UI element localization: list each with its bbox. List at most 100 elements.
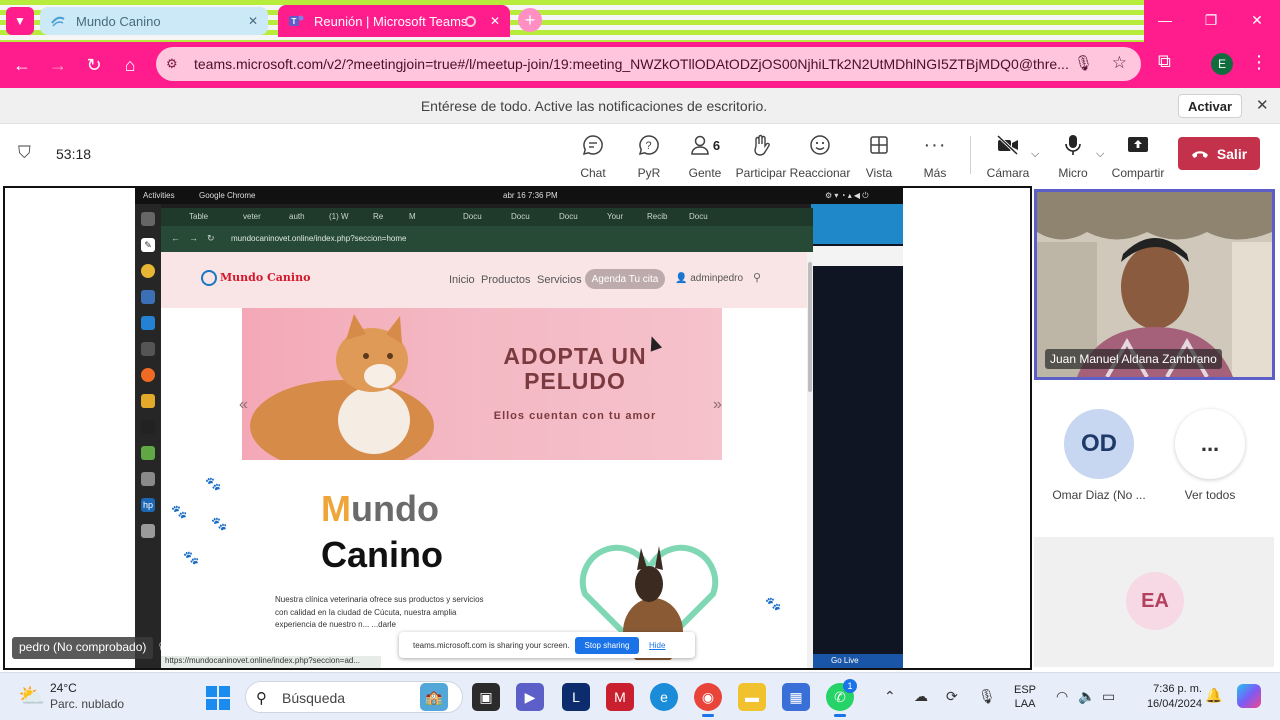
- firefox-dock-icon[interactable]: [141, 368, 155, 382]
- site-username: adminpedro: [690, 273, 744, 284]
- app-l-taskbar-icon[interactable]: L: [562, 683, 590, 711]
- forward-icon[interactable]: →: [44, 51, 72, 79]
- teams-taskbar-icon[interactable]: ▶: [516, 683, 544, 711]
- url-text[interactable]: teams.microsoft.com/v2/?meetingjoin=true…: [194, 56, 1074, 72]
- close-tab-icon[interactable]: ✕: [248, 14, 258, 28]
- share-button[interactable]: Compartir: [1112, 132, 1164, 180]
- dock-app-icon[interactable]: [141, 212, 155, 226]
- inner-forward-icon: →: [189, 233, 198, 243]
- terminal-dock-icon[interactable]: [141, 342, 155, 356]
- view-all-participants-button[interactable]: ...: [1175, 409, 1245, 479]
- minimize-icon[interactable]: —: [1142, 0, 1188, 40]
- chat-button[interactable]: Chat: [578, 132, 608, 180]
- hp-dock-icon[interactable]: hp: [141, 498, 155, 512]
- react-label: Reaccionar: [789, 166, 851, 180]
- language-indicator[interactable]: ESP LAA: [1014, 683, 1036, 711]
- windows-start-icon[interactable]: [206, 686, 230, 710]
- go-live-status[interactable]: Go Live: [811, 654, 903, 668]
- task-view-icon[interactable]: ▣: [472, 683, 500, 711]
- cloud-icon[interactable]: ☁: [914, 688, 928, 705]
- chrome-dock-icon[interactable]: [141, 264, 155, 278]
- restore-icon[interactable]: ❐: [1188, 0, 1234, 40]
- battery-icon[interactable]: ▭: [1102, 688, 1115, 705]
- microphone-tray-icon[interactable]: 🎙: [978, 688, 996, 705]
- presenter-name: pedro (No comprobado): [12, 637, 154, 659]
- participant-avatar-ea[interactable]: EA: [1126, 572, 1184, 630]
- browser-tab-strip: ▼ Mundo Canino ✕ T Reunión | Microsoft T…: [0, 0, 1280, 42]
- inner-url: mundocaninovet.online/index.php?seccion=…: [231, 234, 407, 243]
- tab-teams-meeting[interactable]: T Reunión | Microsoft Teams ✕: [278, 5, 510, 37]
- partly-cloudy-icon[interactable]: ⛅: [18, 683, 45, 709]
- dock-app-icon[interactable]: [141, 446, 155, 460]
- browser-menu-icon[interactable]: ⋮: [1250, 52, 1268, 73]
- edge-taskbar-icon[interactable]: e: [650, 683, 678, 711]
- wifi-icon[interactable]: ◠: [1056, 688, 1068, 705]
- view-button[interactable]: Vista: [864, 132, 894, 180]
- qa-button[interactable]: ? PyR: [634, 132, 664, 180]
- clock-time: 7:36 p. m.: [1153, 683, 1202, 695]
- browser-toolbar: ← → ↻ ⌂ ⚙ teams.microsoft.com/v2/?meetin…: [0, 42, 1280, 88]
- activate-notifications-button[interactable]: Activar: [1178, 94, 1242, 118]
- address-bar[interactable]: ⚙ teams.microsoft.com/v2/?meetingjoin=tr…: [156, 47, 1141, 81]
- user-icon: 👤: [675, 273, 688, 284]
- people-icon: 6: [690, 132, 720, 158]
- dock-app-icon[interactable]: [141, 290, 155, 304]
- share-icon: [1126, 132, 1150, 158]
- notification-bell-icon[interactable]: 🔔: [1205, 687, 1222, 704]
- tab-mundo-canino[interactable]: Mundo Canino ✕: [40, 7, 268, 35]
- tab-search-dropdown-icon[interactable]: ▼: [6, 7, 34, 35]
- clock-date: 16/04/2024: [1146, 698, 1202, 710]
- search-icon: ⚲: [256, 690, 267, 707]
- extensions-icon[interactable]: ⧉: [1158, 51, 1171, 72]
- volume-icon[interactable]: 🔈: [1078, 688, 1095, 705]
- close-banner-icon[interactable]: ✕: [1256, 96, 1269, 114]
- show-hidden-icons-icon[interactable]: ⌃: [884, 688, 896, 705]
- participant-avatar-od[interactable]: OD: [1064, 409, 1134, 479]
- site-nav-productos: Productos: [481, 274, 531, 286]
- store-taskbar-icon[interactable]: ▦: [782, 683, 810, 711]
- dock-app-icon[interactable]: [141, 524, 155, 538]
- chrome-taskbar-icon[interactable]: ◉: [694, 683, 722, 717]
- chat-label: Chat: [580, 166, 606, 180]
- raise-hand-button[interactable]: Participar: [736, 132, 786, 180]
- dock-app-icon[interactable]: ✎: [141, 238, 155, 252]
- active-app-label: Google Chrome: [199, 191, 256, 200]
- mic-button[interactable]: Micro: [1058, 132, 1088, 180]
- shared-desktop: Activities Google Chrome abr 16 7:36 PM …: [135, 188, 903, 668]
- voice-search-icon[interactable]: 🎙: [1074, 54, 1093, 72]
- inner-tab: Docu: [559, 212, 578, 221]
- camera-button[interactable]: Cámara: [987, 132, 1029, 180]
- reload-icon[interactable]: ↻: [80, 51, 108, 79]
- new-tab-button[interactable]: +: [518, 8, 542, 32]
- back-icon[interactable]: ←: [8, 51, 36, 79]
- profile-avatar[interactable]: E: [1211, 53, 1233, 75]
- mcafee-taskbar-icon[interactable]: M: [606, 683, 634, 711]
- bookmark-star-icon[interactable]: ☆: [1112, 53, 1127, 73]
- vscode-dock-icon[interactable]: [141, 316, 155, 330]
- more-button[interactable]: ··· Más: [920, 132, 950, 181]
- paw-print-icon: 🐾: [765, 596, 782, 611]
- home-icon[interactable]: ⌂: [116, 51, 144, 79]
- react-button[interactable]: Reaccionar: [789, 132, 851, 180]
- close-tab-icon[interactable]: ✕: [490, 14, 500, 28]
- mic-options-chevron-icon[interactable]: ⌵: [1096, 148, 1104, 161]
- sync-icon[interactable]: ⟳: [946, 688, 958, 705]
- taskbar-clock[interactable]: 7:36 p. m. 16/04/2024: [1130, 682, 1202, 712]
- meeting-timer: 53:18: [56, 146, 92, 162]
- dock-app-icon[interactable]: [141, 420, 155, 434]
- dock-app-icon[interactable]: [141, 394, 155, 408]
- copilot-icon[interactable]: [1237, 684, 1261, 708]
- dock-app-icon[interactable]: [141, 472, 155, 486]
- featured-participant-video[interactable]: Juan Manuel Aldana Zambrano: [1034, 189, 1275, 380]
- qa-label: PyR: [637, 166, 661, 180]
- leave-meeting-button[interactable]: Salir: [1178, 137, 1260, 170]
- close-window-icon[interactable]: ✕: [1234, 0, 1280, 40]
- shared-screen-stage[interactable]: Activities Google Chrome abr 16 7:36 PM …: [3, 186, 1032, 670]
- inner-tab: veter: [243, 212, 261, 221]
- screen-sharing-bar: teams.microsoft.com is sharing your scre…: [399, 632, 695, 658]
- file-explorer-icon[interactable]: ▬: [738, 683, 766, 711]
- people-button[interactable]: 6 Gente: [686, 132, 724, 180]
- shield-icon[interactable]: ⛉: [18, 143, 31, 163]
- site-settings-icon[interactable]: ⚙: [166, 56, 178, 72]
- camera-options-chevron-icon[interactable]: ⌵: [1031, 148, 1039, 161]
